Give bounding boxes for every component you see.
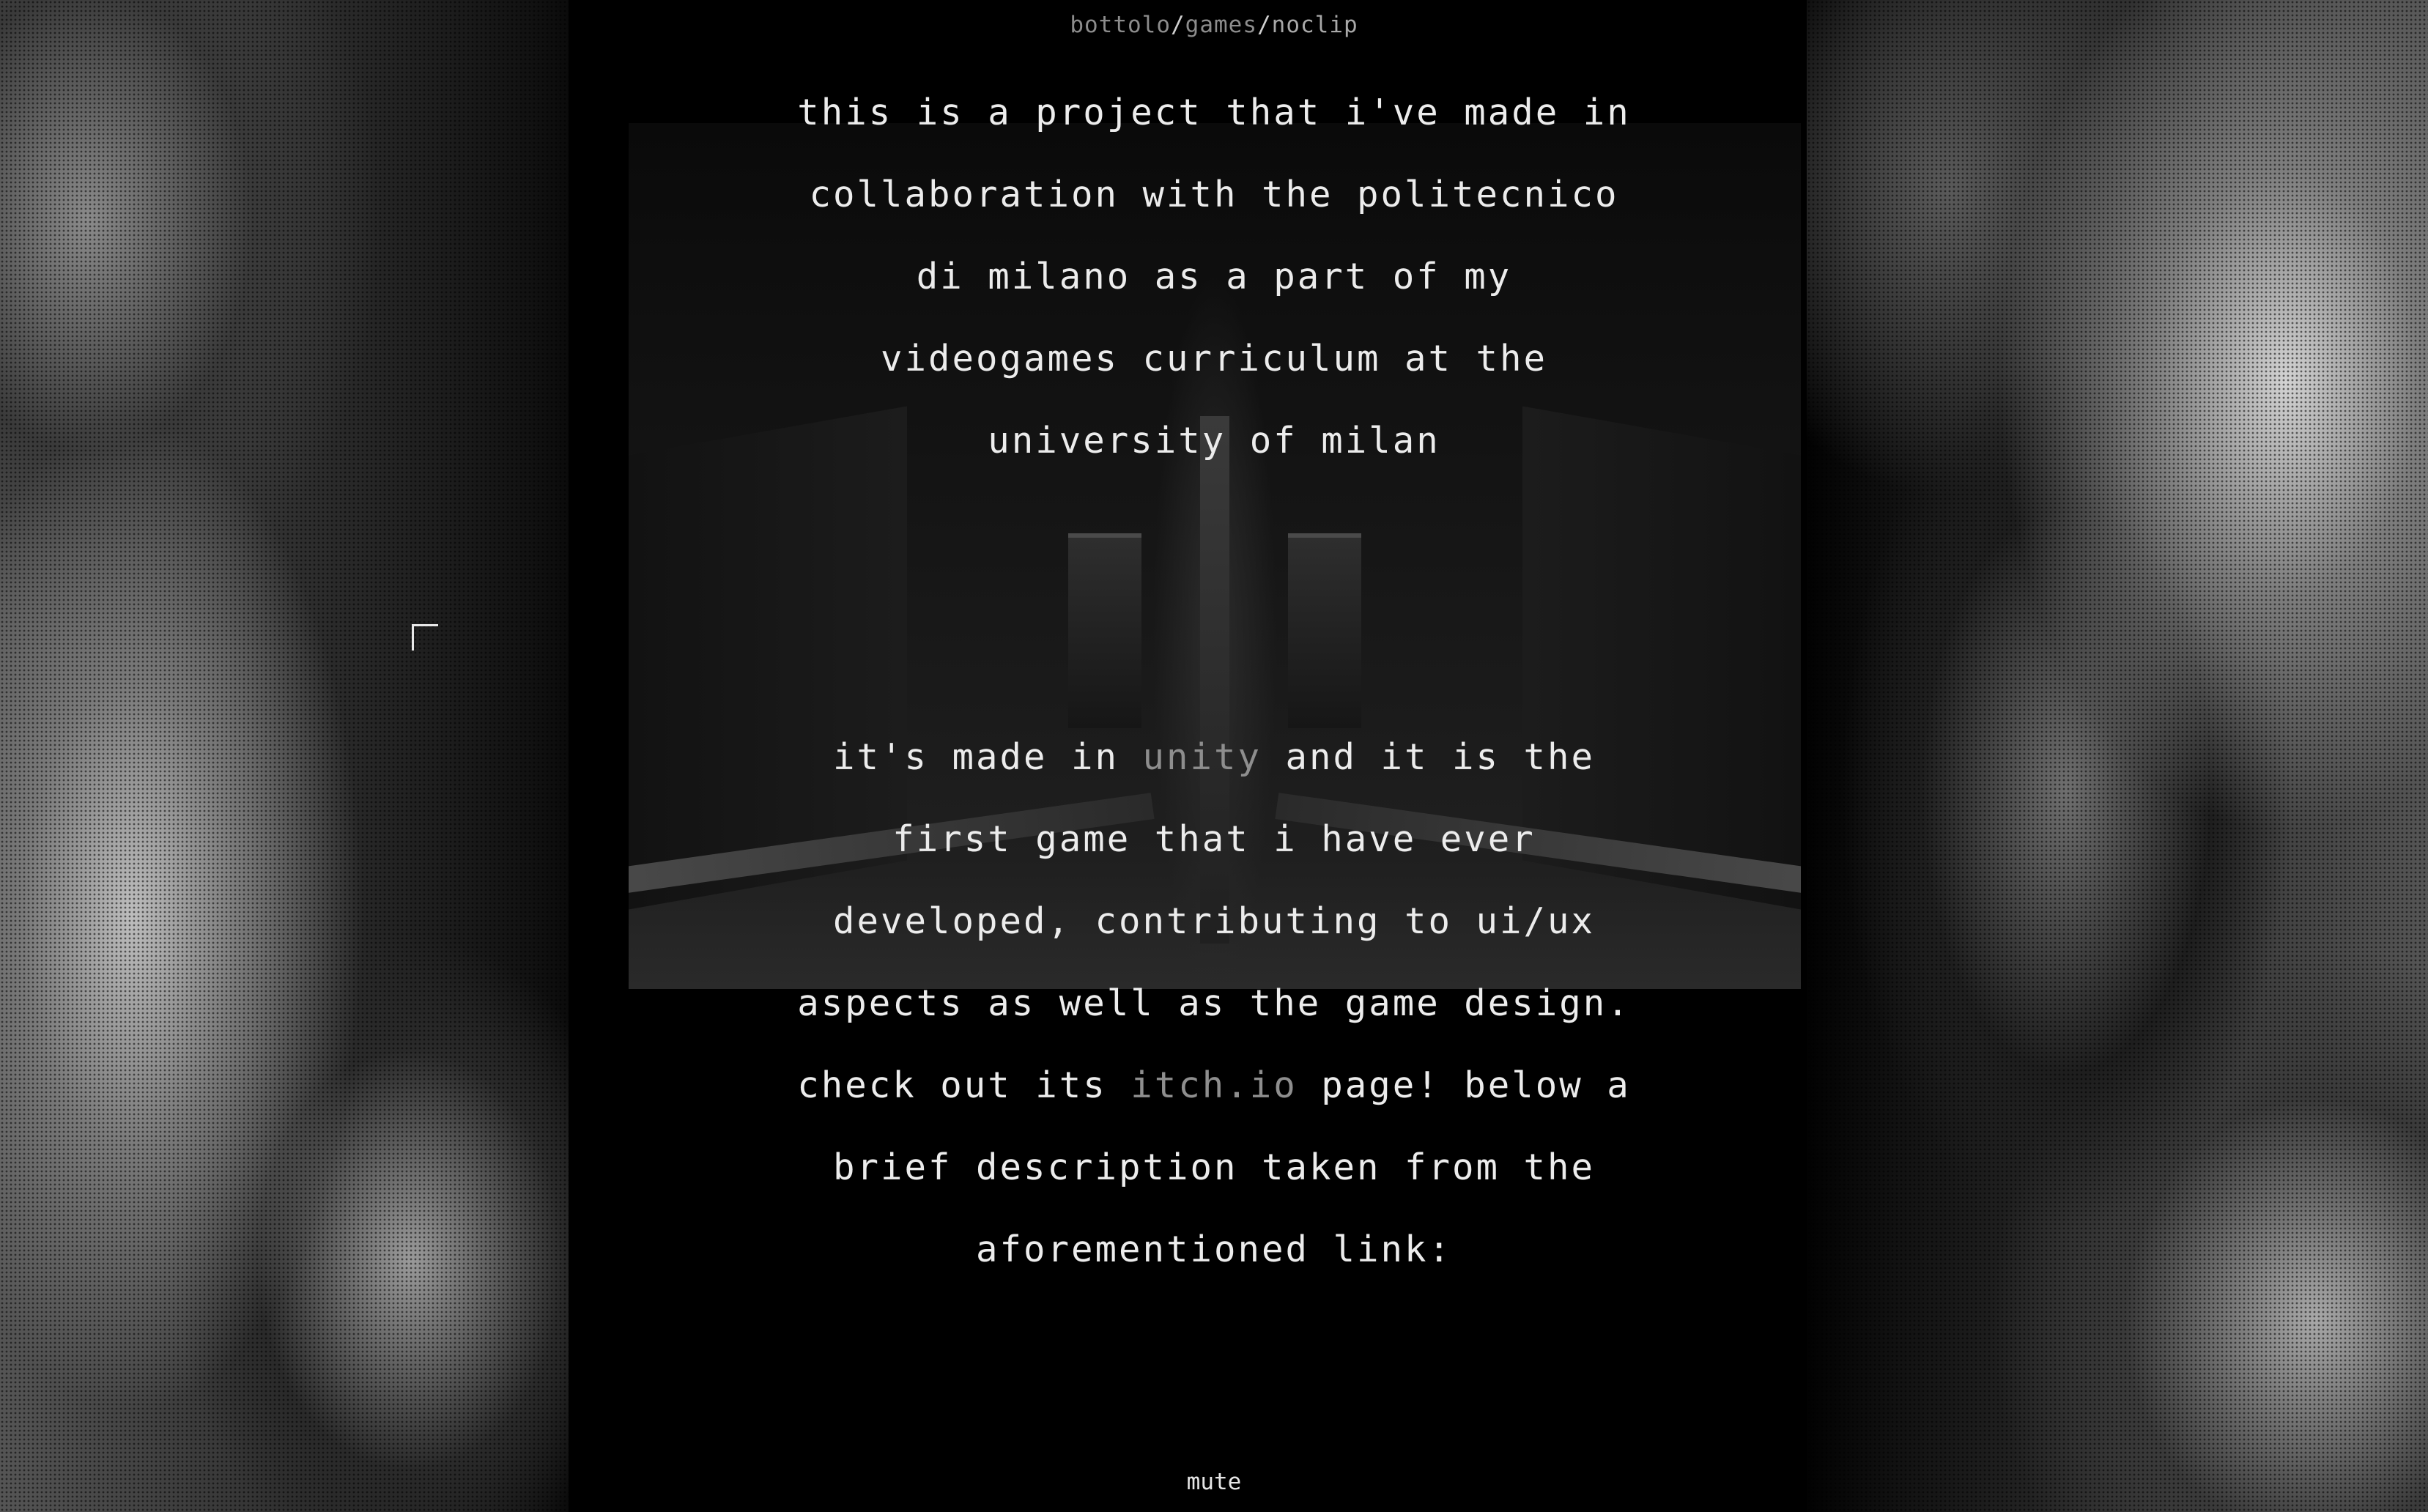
details-line: aspects as well as the game design. bbox=[797, 982, 1631, 1024]
details-line: brief description taken from the bbox=[832, 1146, 1595, 1188]
breadcrumb-link-bottolo[interactable]: bottolo bbox=[1070, 12, 1171, 38]
details-line: aforementioned link: bbox=[975, 1228, 1452, 1270]
intro-line: university of milan bbox=[988, 420, 1440, 462]
corner-cursor-icon bbox=[412, 624, 438, 651]
corridor-pillar-left bbox=[1068, 533, 1141, 728]
page: bottolo/games/noclip this is a project t… bbox=[0, 0, 2428, 1512]
mute-button[interactable]: mute bbox=[1187, 1469, 1242, 1495]
details-paragraph: it's made in unity and it is the first g… bbox=[774, 716, 1654, 1291]
mute-control: mute bbox=[0, 1469, 2428, 1495]
itchio-link[interactable]: itch.io bbox=[1130, 1064, 1298, 1106]
details-line: developed, contributing to ui/ux bbox=[832, 900, 1595, 942]
details-text: page! below a bbox=[1297, 1064, 1631, 1106]
breadcrumb-separator: / bbox=[1171, 12, 1185, 38]
breadcrumb-link-games[interactable]: games bbox=[1185, 12, 1257, 38]
details-line: check out its itch.io page! below a bbox=[774, 1045, 1654, 1127]
details-line: first game that i have ever bbox=[892, 818, 1536, 860]
intro-line: di milano as a part of my bbox=[916, 256, 1512, 297]
intro-line: videogames curriculum at the bbox=[880, 338, 1547, 379]
intro-paragraph: this is a project that i've made in coll… bbox=[774, 72, 1654, 482]
breadcrumb-separator: / bbox=[1257, 12, 1272, 38]
unity-link[interactable]: unity bbox=[1142, 736, 1262, 778]
breadcrumb: bottolo/games/noclip bbox=[0, 12, 2428, 38]
breadcrumb-current-noclip: noclip bbox=[1271, 12, 1358, 38]
corridor-pillar-right bbox=[1288, 533, 1361, 728]
details-line: it's made in unity and it is the bbox=[774, 716, 1654, 798]
details-text: check out its bbox=[797, 1064, 1131, 1106]
details-text: and it is the bbox=[1262, 736, 1596, 778]
intro-line: collaboration with the politecnico bbox=[809, 174, 1619, 215]
details-text: it's made in bbox=[832, 736, 1143, 778]
intro-line: this is a project that i've made in bbox=[797, 92, 1631, 133]
